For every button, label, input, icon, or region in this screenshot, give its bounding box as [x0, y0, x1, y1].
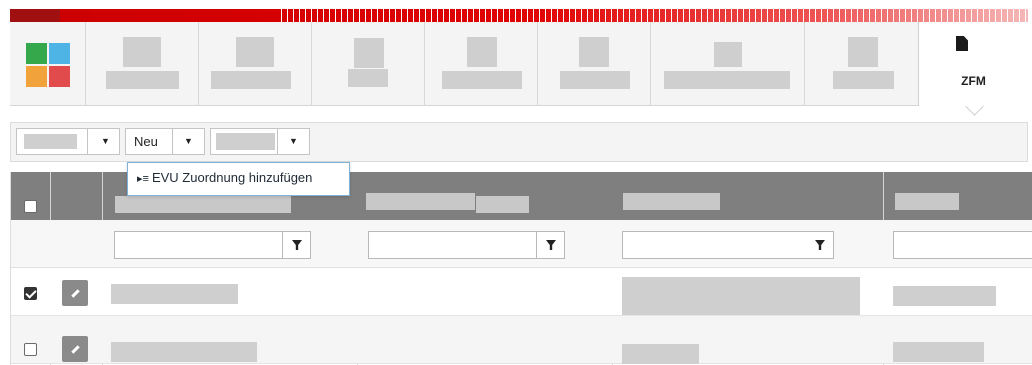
table-cell	[622, 277, 860, 315]
filter-icon	[546, 240, 556, 250]
nav-tab-label	[560, 71, 630, 89]
action-dropdown-value	[216, 133, 275, 150]
nav-tab-4[interactable]	[425, 22, 538, 106]
nav-tab-5[interactable]	[538, 22, 651, 106]
nav-tab-icon	[579, 37, 609, 67]
filter-button-2[interactable]	[537, 231, 565, 259]
menu-item-evu-zuordnung[interactable]: ▸≡ EVU Zuordnung hinzufügen	[137, 170, 312, 185]
new-dropdown-menu: ▸≡ EVU Zuordnung hinzufügen	[127, 162, 350, 196]
nav-tab-label	[106, 71, 179, 89]
filter-input-1[interactable]	[114, 231, 283, 259]
column-header-4[interactable]	[895, 193, 959, 210]
nav-tab-icon	[236, 37, 274, 67]
apps-menu-tile[interactable]	[10, 22, 86, 106]
new-button-label: Neu	[134, 134, 158, 149]
select-all-checkbox[interactable]	[24, 200, 37, 213]
chevron-down-icon: ▼	[289, 136, 298, 146]
action-dropdown[interactable]: ▼	[210, 128, 310, 155]
data-grid	[10, 172, 1032, 365]
table-cell	[111, 284, 238, 304]
nav-tab-label	[442, 71, 522, 89]
nav-tab-icon	[467, 37, 497, 67]
nav-tab-label	[348, 69, 388, 87]
filter-row	[11, 220, 1032, 268]
table-cell	[111, 342, 257, 362]
nav-tab-1[interactable]	[86, 22, 199, 106]
nav-tab-icon	[714, 42, 742, 67]
filter-input-3[interactable]	[622, 231, 832, 259]
brand-stripe-bar	[10, 9, 1028, 22]
table-row[interactable]	[11, 316, 1032, 364]
filter-button-3[interactable]	[806, 231, 834, 259]
pencil-icon	[71, 289, 80, 298]
add-list-icon: ▸≡	[137, 173, 149, 185]
app-grid-logo-icon	[26, 43, 70, 87]
nav-tab-label	[211, 71, 291, 89]
document-icon	[956, 36, 968, 51]
column-header-1[interactable]	[115, 196, 291, 213]
menu-item-label: EVU Zuordnung hinzufügen	[151, 170, 313, 185]
column-header-2[interactable]	[366, 193, 475, 210]
row-checkbox[interactable]	[24, 343, 37, 356]
view-dropdown[interactable]: ▼	[16, 128, 120, 155]
nav-tab-3[interactable]	[312, 22, 425, 106]
app-navigation: ZFM	[10, 22, 1028, 106]
table-cell	[622, 344, 699, 364]
column-header-2-cont	[476, 196, 529, 213]
nav-tab-label	[833, 71, 894, 89]
filter-icon	[815, 240, 825, 250]
filter-button-1[interactable]	[283, 231, 311, 259]
nav-tab-2[interactable]	[199, 22, 312, 106]
edit-button[interactable]	[62, 336, 88, 362]
nav-tab-label	[664, 71, 790, 89]
filter-icon	[292, 240, 302, 250]
pencil-icon	[71, 345, 80, 354]
filter-input-2[interactable]	[368, 231, 537, 259]
row-checkbox[interactable]	[24, 287, 37, 300]
nav-tab-icon	[123, 37, 161, 67]
filter-input-4[interactable]	[893, 231, 1032, 259]
view-dropdown-value	[24, 134, 77, 149]
chevron-down-icon: ▼	[101, 136, 110, 146]
column-header-3[interactable]	[623, 193, 720, 210]
edit-button[interactable]	[62, 280, 88, 306]
table-cell	[893, 286, 996, 306]
nav-tab-7[interactable]	[805, 22, 918, 106]
nav-tab-icon	[354, 38, 384, 68]
table-row[interactable]	[11, 268, 1032, 316]
chevron-down-icon: ▼	[184, 136, 193, 146]
nav-tab-zfm-label: ZFM	[961, 74, 986, 88]
table-cell	[893, 342, 984, 362]
new-button-dropdown[interactable]: Neu ▼	[125, 128, 205, 155]
toolbar: ▼ Neu ▼ ▼	[10, 122, 1028, 162]
nav-tab-icon	[848, 37, 878, 67]
nav-tab-zfm[interactable]: ZFM	[918, 22, 1028, 106]
nav-tab-6[interactable]	[651, 22, 805, 106]
